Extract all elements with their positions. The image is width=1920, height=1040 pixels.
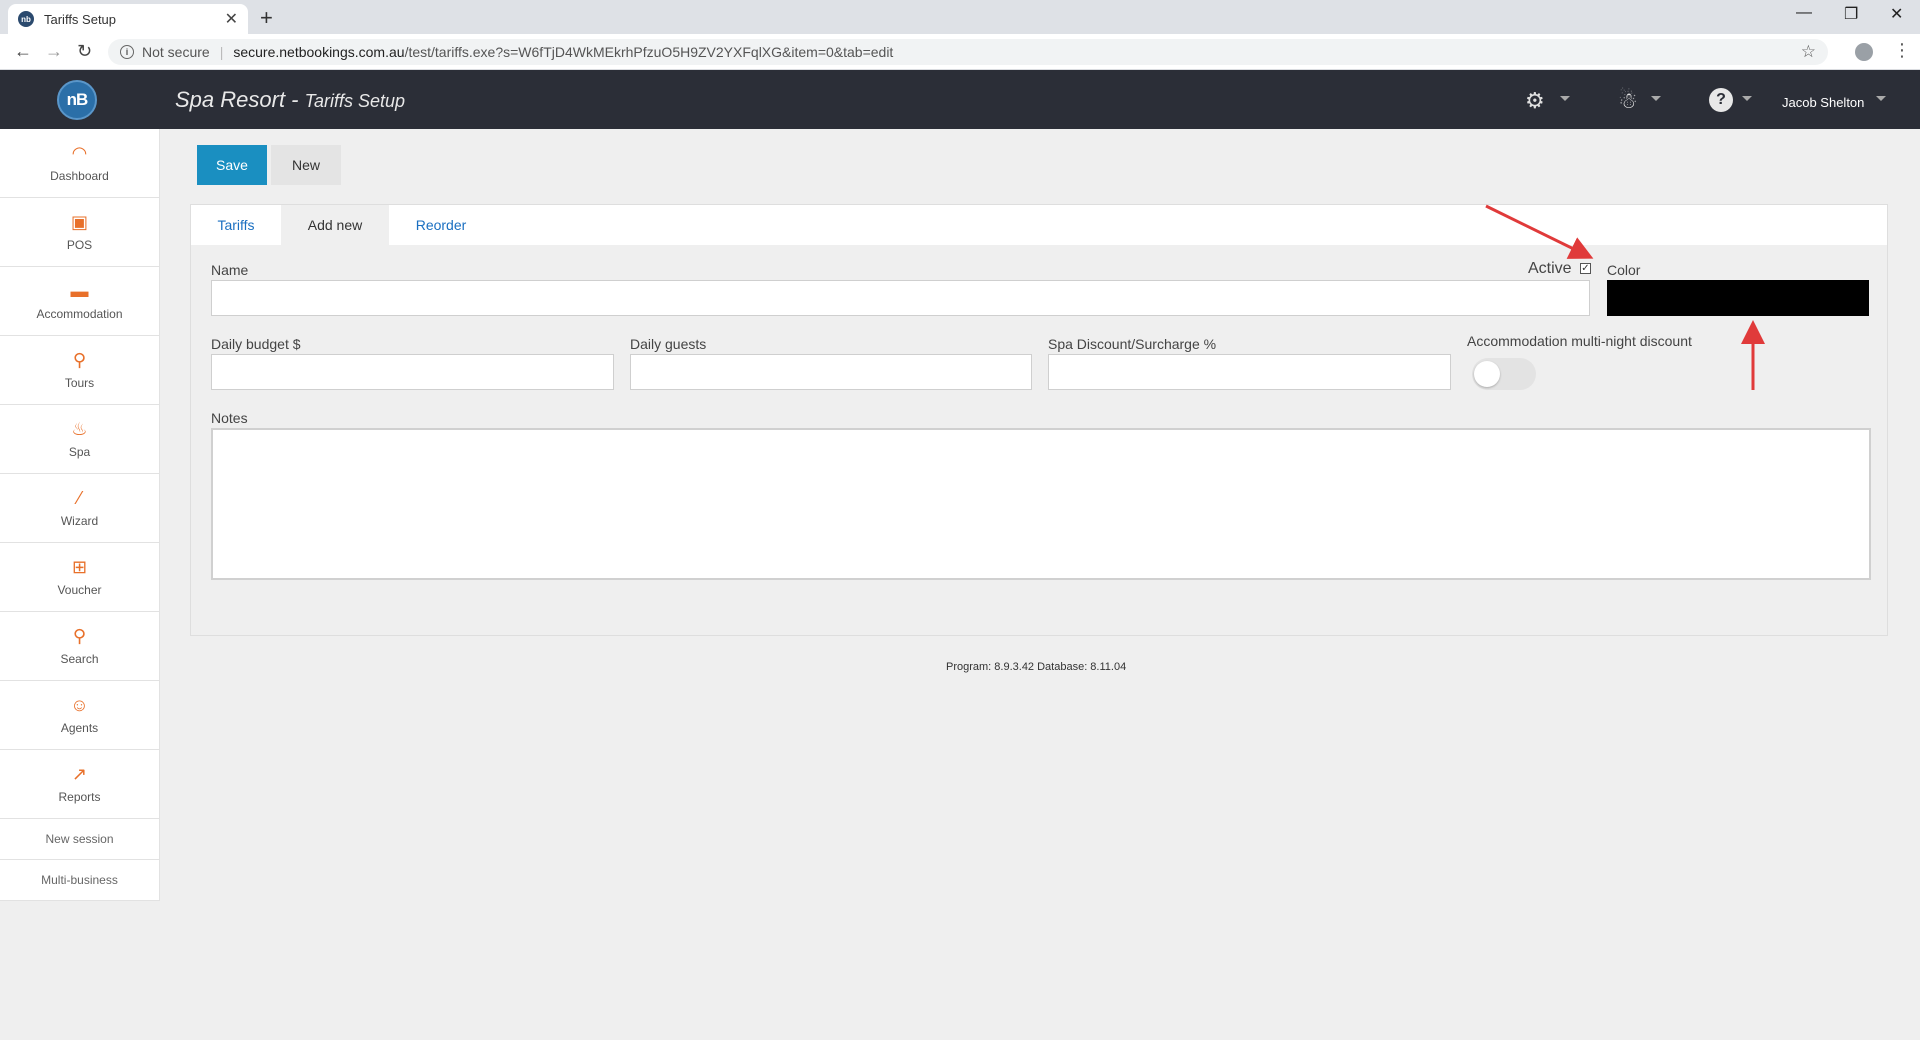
active-checkbox[interactable]: ✓ — [1580, 263, 1591, 274]
sidebar-item-label: Wizard — [60, 514, 99, 528]
netbookings-logo[interactable]: nB — [57, 80, 97, 120]
spa-icon: ♨ — [71, 419, 88, 439]
browser-tab-title: Tariffs Setup — [44, 11, 117, 27]
support-caret-icon[interactable] — [1651, 96, 1661, 101]
forward-arrow-icon[interactable]: → — [45, 41, 63, 62]
pos-terminal-icon: ▣ — [70, 212, 88, 232]
url-host: secure.netbookings.com.au — [233, 44, 405, 60]
back-arrow-icon[interactable]: ← — [14, 41, 32, 62]
user-caret-icon[interactable] — [1876, 96, 1886, 101]
close-tab-icon[interactable]: ✕ — [225, 9, 238, 29]
active-label: Active — [1528, 260, 1572, 277]
tour-icon: ⚲ — [72, 350, 87, 370]
page-title-sub: Tariffs Setup — [304, 91, 405, 111]
agent-icon: ☺ — [70, 695, 89, 715]
multi-night-discount-toggle[interactable] — [1472, 358, 1536, 390]
daily-budget-label: Daily budget $ — [211, 336, 301, 352]
new-button[interactable]: New — [271, 145, 341, 185]
sidebar-link-new-session[interactable]: New session — [0, 819, 159, 860]
minimize-icon[interactable]: — — [1796, 4, 1812, 22]
page-title-main: Spa Resort - — [175, 87, 305, 112]
sidebar-item-label: Reports — [58, 790, 101, 804]
name-label: Name — [211, 262, 249, 278]
daily-guests-label: Daily guests — [630, 336, 707, 352]
sidebar-item-reports[interactable]: ↗ Reports — [0, 750, 159, 819]
tab-reorder[interactable]: Reorder — [389, 205, 493, 245]
kebab-menu-icon[interactable]: ⋮ — [1893, 40, 1911, 61]
browser-tab[interactable]: nb Tariffs Setup ✕ — [8, 4, 248, 34]
security-label: Not secure — [142, 44, 210, 60]
multi-night-discount-label: Accommodation multi-night discount — [1467, 333, 1692, 349]
chart-icon: ↗ — [71, 764, 88, 784]
settings-caret-icon[interactable] — [1560, 96, 1570, 101]
url-separator: | — [219, 44, 224, 60]
color-label: Color — [1607, 262, 1641, 278]
page-title: Spa Resort - Tariffs Setup — [175, 87, 405, 113]
notes-textarea[interactable] — [211, 428, 1871, 580]
sidebar-item-label: POS — [66, 238, 93, 252]
tab-add-new[interactable]: Add new — [281, 205, 389, 245]
profile-icon[interactable] — [1855, 43, 1873, 61]
notes-label: Notes — [211, 410, 248, 426]
sidebar-item-dashboard[interactable]: ◠ Dashboard — [0, 129, 159, 198]
color-picker[interactable] — [1607, 280, 1869, 316]
daily-budget-input[interactable] — [211, 354, 614, 390]
sidebar-item-label: Search — [60, 652, 99, 666]
search-icon: ⚲ — [72, 626, 87, 646]
save-button[interactable]: Save — [197, 145, 267, 185]
help-icon[interactable]: ? — [1709, 88, 1733, 112]
sidebar-item-agents[interactable]: ☺ Agents — [0, 681, 159, 750]
name-input[interactable] — [211, 280, 1590, 316]
toggle-knob — [1474, 361, 1500, 387]
url-bar[interactable]: i Not secure | secure.netbookings.com.au… — [108, 39, 1828, 65]
settings-gear-icon[interactable]: ⚙ — [1525, 88, 1545, 114]
user-support-icon[interactable]: ☃ — [1618, 88, 1638, 114]
sidebar-item-voucher[interactable]: ⊞ Voucher — [0, 543, 159, 612]
sidebar-item-label: Accommodation — [36, 307, 123, 321]
browser-tabstrip: nb Tariffs Setup ✕ + — ❐ ✕ — [0, 0, 1920, 34]
browser-addressbar: ← → ↻ i Not secure | secure.netbookings.… — [0, 34, 1920, 70]
version-footer: Program: 8.9.3.42 Database: 8.11.04 — [946, 661, 1127, 673]
bookmark-star-icon[interactable]: ☆ — [1801, 42, 1816, 62]
sidebar-item-label: Agents — [60, 721, 99, 735]
sidebar-link-multi-business[interactable]: Multi-business — [0, 860, 159, 901]
magic-wand-icon: ⁄ — [77, 488, 81, 508]
user-menu[interactable]: Jacob Shelton — [1782, 95, 1864, 110]
sidebar-item-label: Tours — [64, 376, 95, 390]
gauge-icon: ◠ — [71, 143, 88, 163]
tab-bar: Tariffs Add new Reorder — [191, 205, 1887, 245]
help-caret-icon[interactable] — [1742, 96, 1752, 101]
new-tab-icon[interactable]: + — [260, 6, 273, 30]
app-header: nB Spa Resort - Tariffs Setup ⚙ ☃ ? Jaco… — [0, 70, 1920, 129]
tab-tariffs[interactable]: Tariffs — [191, 205, 281, 245]
url-path: /test/tariffs.exe?s=W6fTjD4WkMEkrhPfzuO5… — [404, 44, 894, 60]
sidebar-item-spa[interactable]: ♨ Spa — [0, 405, 159, 474]
sidebar-item-accommodation[interactable]: ▬ Accommodation — [0, 267, 159, 336]
sidebar-item-label: Spa — [68, 445, 91, 459]
info-icon[interactable]: i — [120, 45, 134, 59]
bed-icon: ▬ — [70, 281, 89, 301]
spa-discount-input[interactable] — [1048, 354, 1451, 390]
window-close-icon[interactable]: ✕ — [1890, 4, 1903, 24]
sidebar-item-tours[interactable]: ⚲ Tours — [0, 336, 159, 405]
reload-icon[interactable]: ↻ — [77, 41, 92, 62]
sidebar-item-label: Voucher — [57, 583, 102, 597]
sidebar-item-pos[interactable]: ▣ POS — [0, 198, 159, 267]
spa-discount-label: Spa Discount/Surcharge % — [1048, 336, 1217, 352]
sidebar: ◠ Dashboard ▣ POS ▬ Accommodation ⚲ Tour… — [0, 129, 160, 901]
sidebar-item-wizard[interactable]: ⁄ Wizard — [0, 474, 159, 543]
sidebar-item-search[interactable]: ⚲ Search — [0, 612, 159, 681]
sidebar-item-label: Dashboard — [50, 169, 109, 183]
favicon-icon: nb — [18, 11, 34, 27]
gift-icon: ⊞ — [71, 557, 88, 577]
daily-guests-input[interactable] — [630, 354, 1032, 390]
restore-icon[interactable]: ❐ — [1844, 4, 1858, 24]
